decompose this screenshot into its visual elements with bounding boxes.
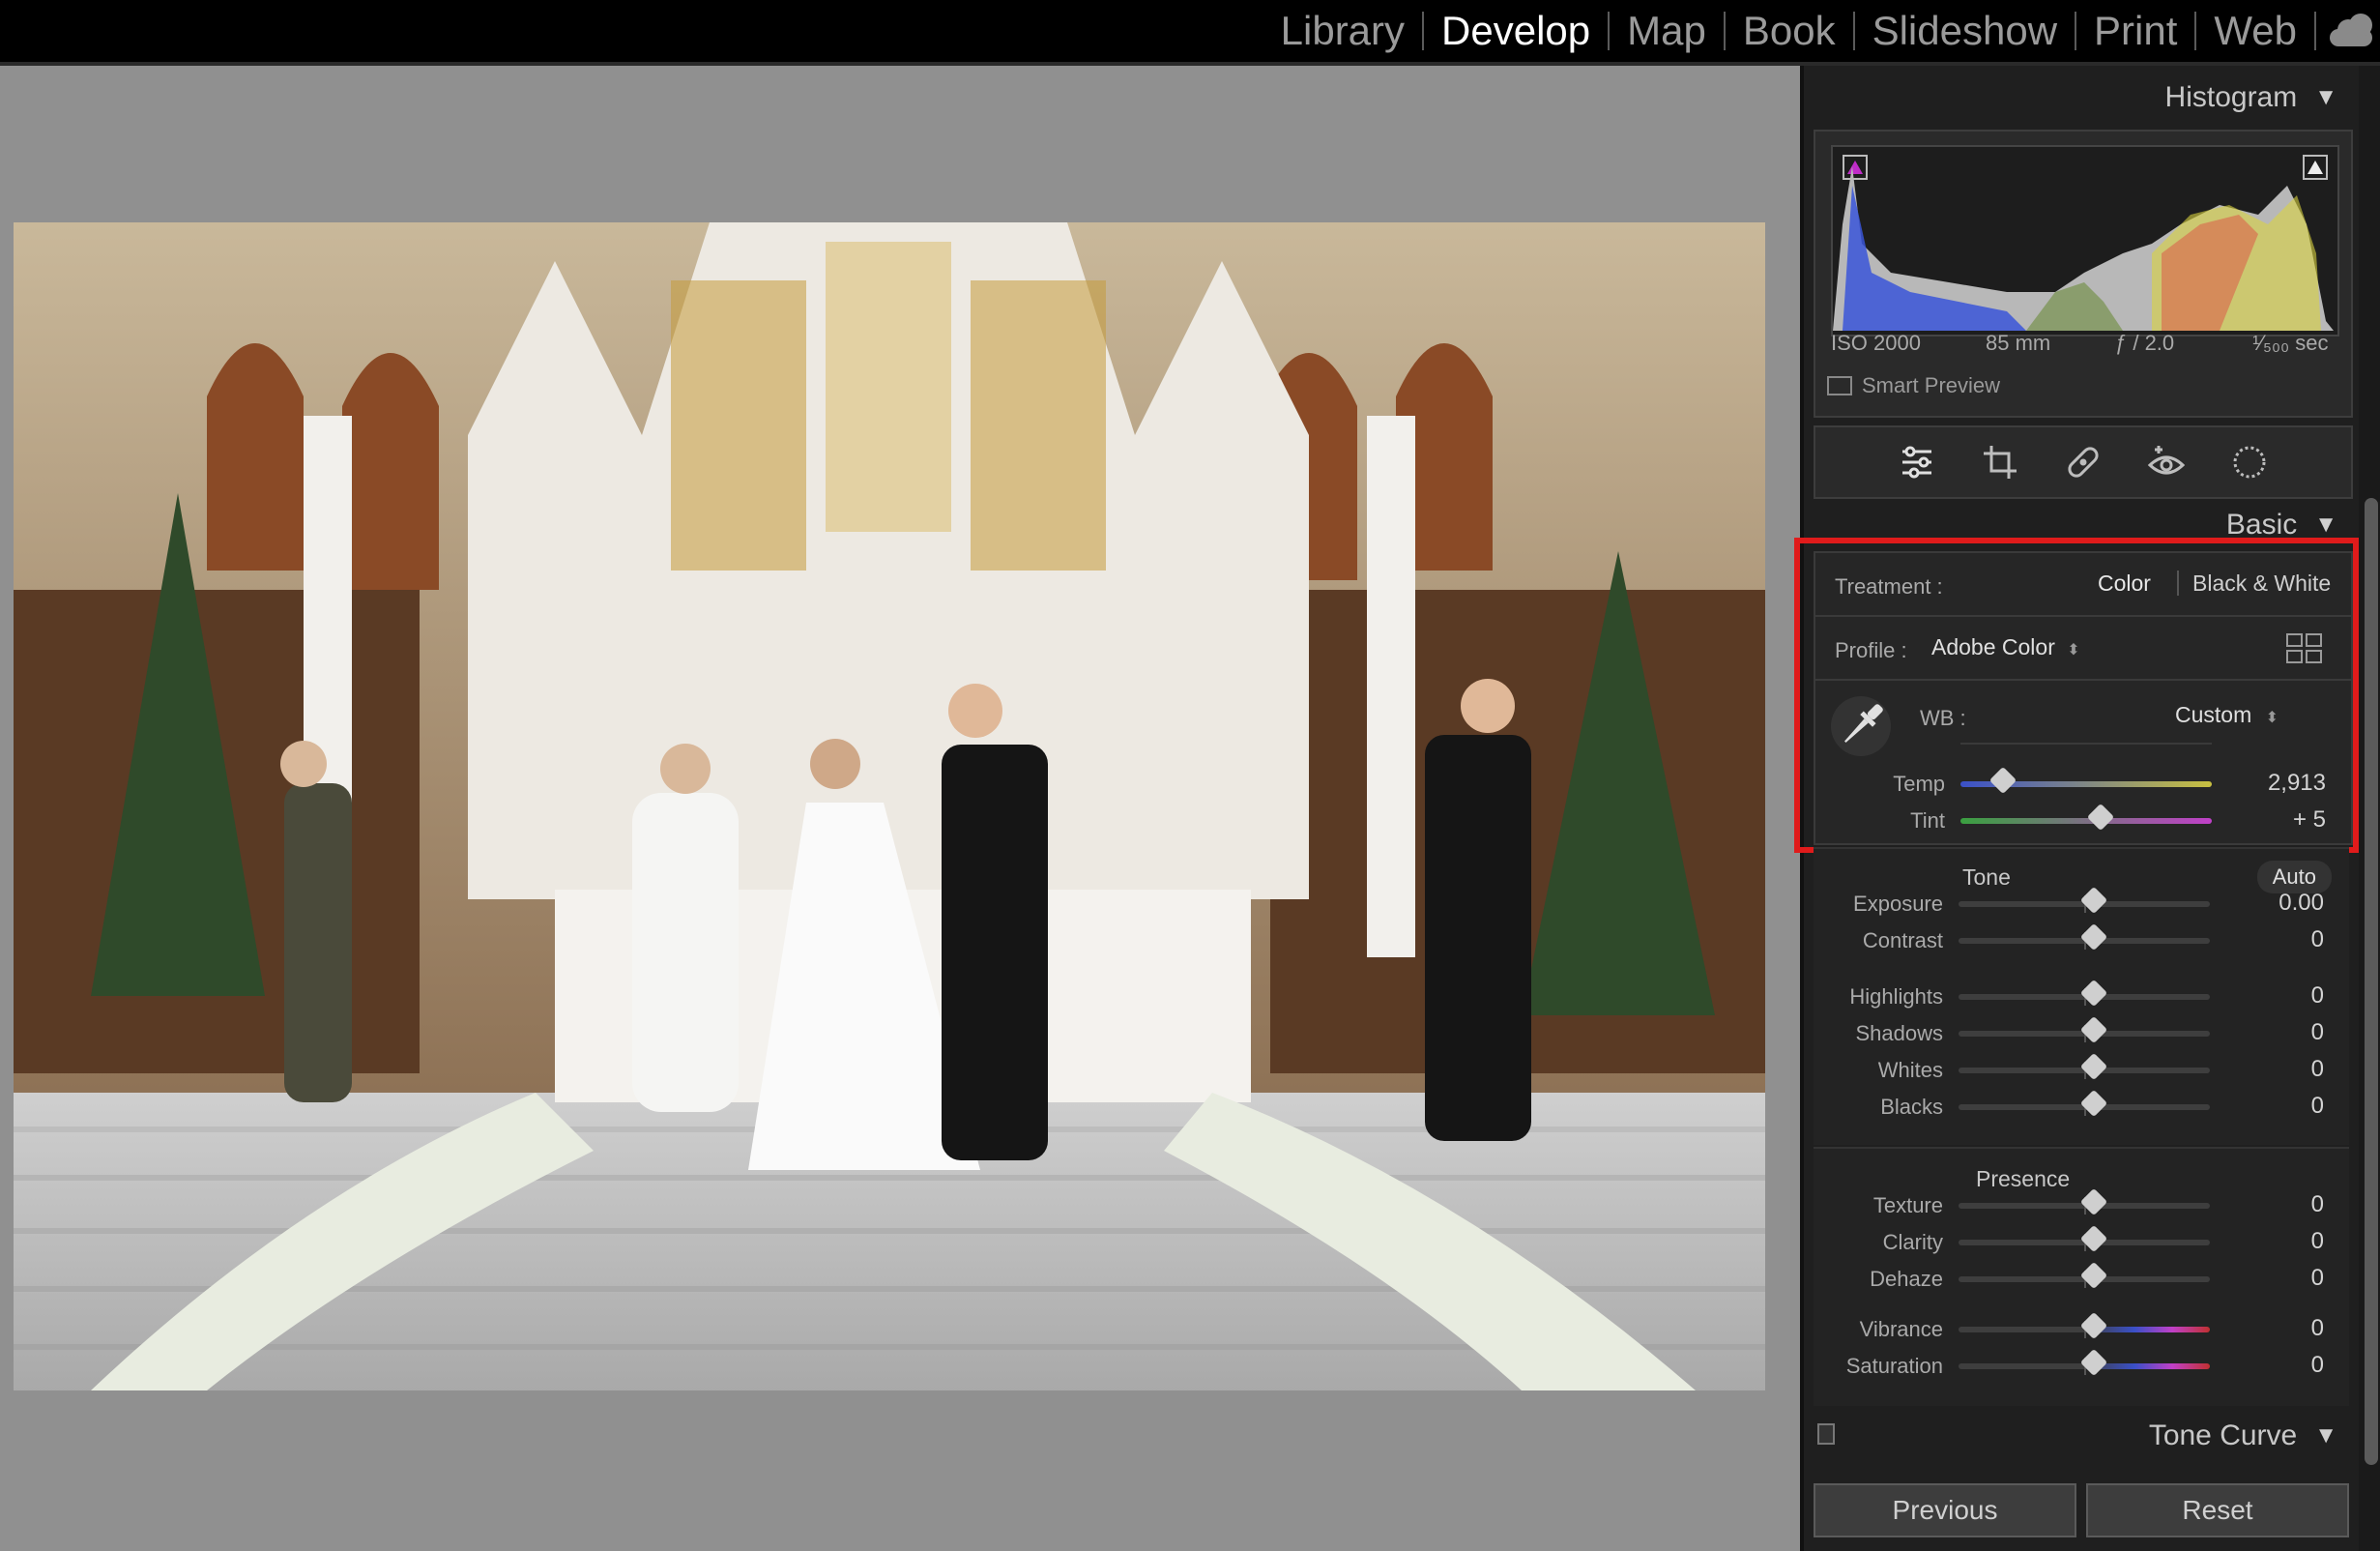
exposure-value[interactable]: 0.00	[2278, 890, 2324, 917]
panel-scrollbar-thumb[interactable]	[2365, 498, 2378, 1465]
collapse-triangle-icon[interactable]: ▼	[2314, 84, 2337, 111]
wedding-photo-illustration	[14, 222, 1765, 1390]
cloud-icon[interactable]	[2322, 0, 2380, 62]
texture-value[interactable]: 0	[2311, 1191, 2324, 1218]
edit-sliders-icon[interactable]	[1897, 442, 1937, 483]
annotation-highlight-box	[1794, 538, 2359, 853]
saturation-value[interactable]: 0	[2311, 1352, 2324, 1379]
blacks-label: Blacks	[1880, 1095, 1943, 1119]
dehaze-label: Dehaze	[1870, 1267, 1943, 1291]
vibrance-value[interactable]: 0	[2311, 1315, 2324, 1342]
vibrance-label: Vibrance	[1859, 1317, 1943, 1341]
photo-preview[interactable]	[14, 222, 1765, 1390]
exif-aperture: ƒ / 2.0	[2115, 331, 2175, 355]
tone-label: Tone	[1962, 864, 2011, 890]
saturation-row: Saturation 0	[1814, 1350, 2349, 1385]
blacks-row: Blacks 0	[1814, 1091, 2349, 1126]
vibrance-slider[interactable]	[1959, 1321, 2210, 1338]
highlights-label: Highlights	[1849, 984, 1943, 1009]
saturation-label: Saturation	[1845, 1354, 1943, 1378]
tone-section: Tone Auto Exposure 0.00 Contrast 0 Highlight…	[1814, 847, 2349, 1145]
crop-icon[interactable]	[1980, 442, 2020, 483]
clarity-slider[interactable]	[1959, 1234, 2210, 1251]
module-picker: Library Develop Map Book Slideshow Print…	[1263, 0, 2380, 62]
module-print[interactable]: Print	[2076, 8, 2194, 54]
histogram-header[interactable]: Histogram ▼	[2165, 81, 2337, 114]
presence-section: Presence Texture 0 Clarity 0 Dehaze 0 Vibrance…	[1814, 1147, 2349, 1406]
red-eye-icon[interactable]	[2146, 442, 2187, 483]
tone-curve-title: Tone Curve	[2148, 1419, 2298, 1451]
presence-label: Presence	[1976, 1166, 2071, 1191]
module-web[interactable]: Web	[2196, 8, 2314, 54]
highlights-row: Highlights 0	[1814, 980, 2349, 1015]
clarity-row: Clarity 0	[1814, 1226, 2349, 1261]
masking-icon[interactable]	[2229, 442, 2270, 483]
shadows-slider[interactable]	[1959, 1025, 2210, 1042]
vibrance-row: Vibrance 0	[1814, 1313, 2349, 1348]
dehaze-row: Dehaze 0	[1814, 1263, 2349, 1298]
exposure-label: Exposure	[1853, 892, 1943, 916]
contrast-label: Contrast	[1862, 928, 1943, 952]
whites-value[interactable]: 0	[2311, 1056, 2324, 1083]
clarity-label: Clarity	[1882, 1230, 1943, 1254]
histogram-curve	[1833, 166, 2334, 331]
tool-strip	[1814, 425, 2353, 499]
tone-curve-toggle-switch[interactable]	[1817, 1423, 1835, 1445]
contrast-value[interactable]: 0	[2311, 926, 2324, 953]
smart-preview-label: Smart Preview	[1862, 373, 2001, 397]
module-bar: Library Develop Map Book Slideshow Print…	[0, 0, 2380, 66]
shadows-value[interactable]: 0	[2311, 1019, 2324, 1046]
texture-slider[interactable]	[1959, 1197, 2210, 1214]
histogram-title: Histogram	[2164, 81, 2298, 113]
whites-slider[interactable]	[1959, 1062, 2210, 1079]
exif-shutter: ¹⁄₅₀₀ sec	[2252, 331, 2329, 355]
histogram-graph[interactable]	[1831, 145, 2339, 337]
dehaze-value[interactable]: 0	[2311, 1265, 2324, 1292]
basic-header[interactable]: Basic ▼	[2226, 509, 2337, 541]
clarity-value[interactable]: 0	[2311, 1228, 2324, 1255]
exif-iso: ISO 2000	[1831, 331, 1921, 355]
shadows-label: Shadows	[1855, 1021, 1943, 1045]
highlights-slider[interactable]	[1959, 988, 2210, 1006]
dehaze-slider[interactable]	[1959, 1271, 2210, 1288]
exposure-row: Exposure 0.00	[1814, 888, 2349, 922]
collapse-triangle-icon[interactable]: ▼	[2314, 512, 2337, 539]
blacks-value[interactable]: 0	[2311, 1093, 2324, 1120]
whites-row: Whites 0	[1814, 1054, 2349, 1089]
highlights-value[interactable]: 0	[2311, 982, 2324, 1010]
module-map[interactable]: Map	[1610, 8, 1724, 54]
tone-curve-header[interactable]: Tone Curve ▼	[2149, 1419, 2337, 1452]
previous-button[interactable]: Previous	[1814, 1483, 2076, 1537]
smart-preview-status: Smart Preview	[1827, 373, 2000, 398]
shadows-row: Shadows 0	[1814, 1017, 2349, 1052]
blacks-slider[interactable]	[1959, 1098, 2210, 1116]
healing-icon[interactable]	[2063, 442, 2104, 483]
reset-button[interactable]: Reset	[2086, 1483, 2349, 1537]
texture-row: Texture 0	[1814, 1189, 2349, 1224]
smart-preview-icon	[1827, 376, 1852, 395]
exposure-slider[interactable]	[1959, 895, 2210, 913]
module-library[interactable]: Library	[1263, 8, 1422, 54]
module-separator	[2314, 12, 2316, 50]
bottom-button-row: Previous Reset	[1814, 1483, 2349, 1537]
module-slideshow[interactable]: Slideshow	[1855, 8, 2075, 54]
contrast-slider[interactable]	[1959, 932, 2210, 950]
image-canvas	[0, 66, 1800, 1551]
module-book[interactable]: Book	[1726, 8, 1853, 54]
module-develop[interactable]: Develop	[1424, 8, 1608, 54]
contrast-row: Contrast 0	[1814, 924, 2349, 959]
basic-title: Basic	[2225, 509, 2298, 541]
collapse-triangle-icon[interactable]: ▼	[2314, 1422, 2337, 1449]
exif-focal-length: 85 mm	[1986, 331, 2051, 355]
texture-label: Texture	[1872, 1193, 1943, 1217]
whites-label: Whites	[1877, 1058, 1943, 1082]
saturation-slider[interactable]	[1959, 1358, 2210, 1375]
